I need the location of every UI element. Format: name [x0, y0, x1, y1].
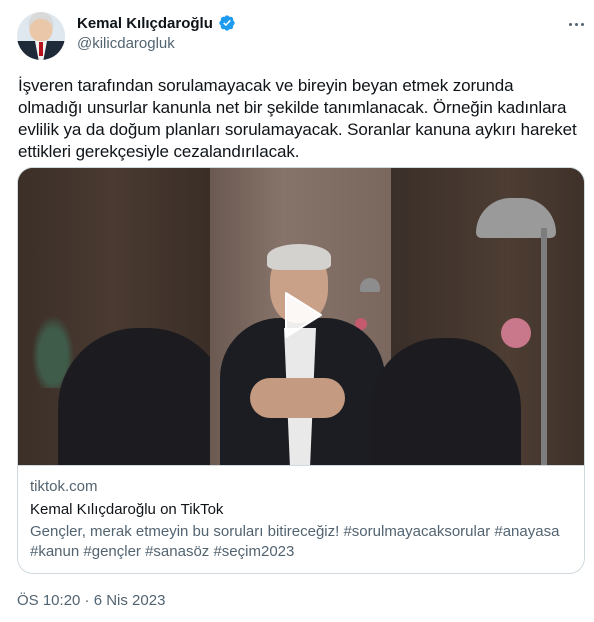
avatar-tie [39, 42, 43, 56]
card-domain: tiktok.com [30, 478, 98, 495]
author-name-row: Kemal Kılıçdaroğlu [77, 14, 236, 32]
author-handle[interactable]: @kilicdarogluk [77, 35, 175, 52]
link-card[interactable]: tiktok.com Kemal Kılıçdaroğlu on TikTok … [17, 167, 585, 574]
tweet-timestamp[interactable]: ÖS 10:20 · 6 Nis 2023 [17, 592, 165, 609]
card-description: Gençler, merak etmeyin bu soruları bitir… [30, 523, 560, 560]
video-thumbnail[interactable] [18, 168, 584, 465]
play-icon[interactable] [282, 290, 324, 340]
card-info[interactable]: tiktok.com Kemal Kılıçdaroğlu on TikTok … [18, 465, 584, 573]
thumbnail-blur-left [18, 168, 228, 465]
tweet: Kemal Kılıçdaroğlu @kilicdarogluk İşvere… [0, 0, 594, 622]
more-options-icon[interactable] [566, 16, 586, 32]
avatar[interactable] [17, 12, 65, 60]
author-name[interactable]: Kemal Kılıçdaroğlu [77, 15, 213, 32]
tweet-text: İşveren tarafından sorulamayacak ve bire… [18, 76, 577, 161]
card-title: Kemal Kılıçdaroğlu on TikTok [30, 501, 224, 518]
thumbnail-blur-right [371, 168, 584, 465]
verified-badge-icon [219, 15, 235, 31]
